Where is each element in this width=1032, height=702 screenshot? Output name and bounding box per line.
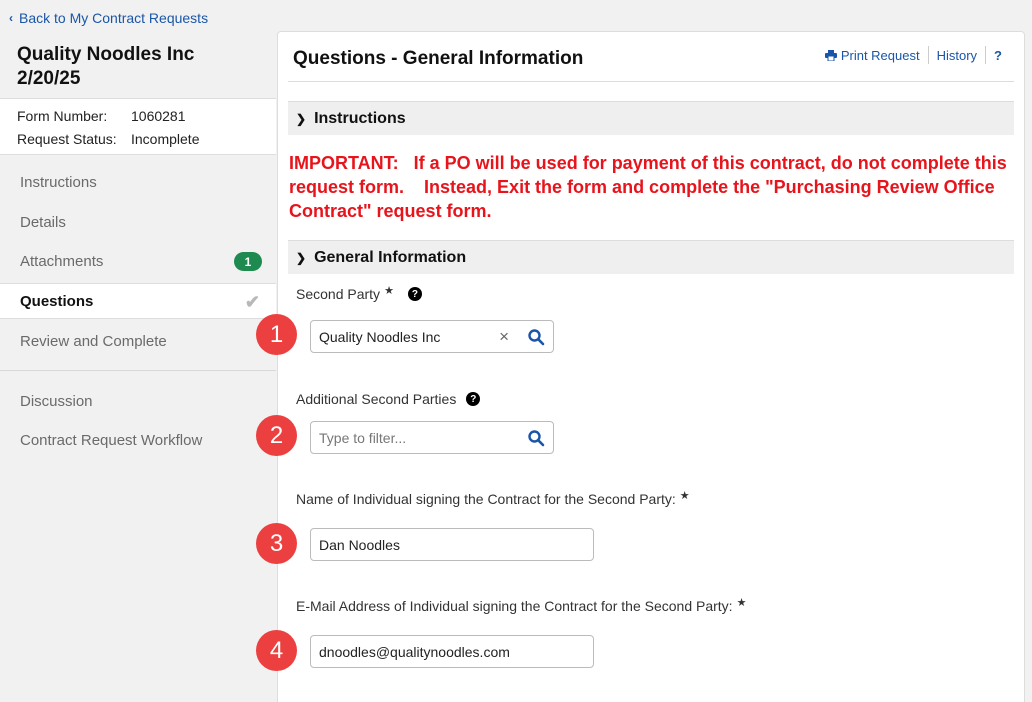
nav-item-contract-request-workflow[interactable]: Contract Request Workflow	[0, 422, 276, 458]
second-party-label-text: Second Party	[296, 286, 381, 302]
help-button[interactable]: ?	[986, 48, 1010, 63]
chevron-down-icon: ❯	[296, 111, 307, 126]
second-party-label: Second Party ★ ?	[296, 286, 422, 302]
step-marker-4: 4	[256, 630, 297, 671]
nav-item-label: Review and Complete	[20, 332, 167, 350]
nav-item-instructions[interactable]: Instructions	[0, 164, 276, 200]
additional-second-parties-label-text: Additional Second Parties	[296, 391, 457, 407]
checkmark-icon: ✔	[244, 292, 260, 312]
additional-second-parties-input[interactable]: Type to filter...	[310, 421, 554, 454]
request-status-value: Incomplete	[131, 131, 200, 147]
form-number-label: Form Number:	[17, 108, 108, 124]
print-request-button[interactable]: Print Request	[817, 48, 928, 63]
required-star-icon: ★	[679, 490, 690, 502]
nav-item-label: Contract Request Workflow	[20, 431, 203, 449]
request-title-date: 2/20/25	[17, 68, 81, 89]
nav-item-label: Discussion	[20, 392, 93, 410]
nav-item-questions[interactable]: Questions ✔	[0, 283, 276, 319]
additional-second-parties-label: Additional Second Parties ?	[296, 391, 481, 407]
request-status-label: Request Status:	[17, 131, 117, 147]
signer-email-label: E-Mail Address of Individual signing the…	[296, 597, 747, 615]
nav-item-label: Instructions	[20, 173, 97, 191]
instructions-section-title: Instructions	[314, 109, 406, 127]
signer-email-value: dnoodles@qualitynoodles.com	[319, 643, 510, 660]
signer-name-value: Dan Noodles	[319, 536, 400, 553]
required-star-icon: ★	[384, 285, 394, 297]
request-title: Quality Noodles Inc 2/20/25	[17, 43, 257, 91]
required-star-icon: ★	[736, 597, 747, 609]
general-information-section-header[interactable]: ❯ General Information	[288, 240, 1014, 274]
back-link-label: Back to My Contract Requests	[19, 10, 209, 26]
signer-email-input[interactable]: dnoodles@qualitynoodles.com	[310, 635, 594, 668]
chevron-left-icon: ‹	[9, 11, 13, 25]
search-icon[interactable]	[527, 328, 545, 346]
print-request-label: Print Request	[840, 47, 920, 63]
attachments-count-badge: 1	[234, 252, 262, 271]
signer-name-label-text: Name of Individual signing the Contract …	[296, 491, 676, 507]
main-panel: Questions - General Information Print Re…	[256, 31, 1025, 702]
second-party-value: Quality Noodles Inc	[319, 328, 441, 345]
request-status-row: Request Status: Incomplete	[17, 131, 199, 147]
step-marker-2: 2	[256, 415, 297, 456]
title-divider	[288, 81, 1014, 82]
question-circle-icon[interactable]: ?	[407, 287, 422, 301]
signer-name-input[interactable]: Dan Noodles	[310, 528, 594, 561]
form-number-value: 1060281	[131, 108, 186, 124]
back-to-requests-link[interactable]: ‹ Back to My Contract Requests	[9, 10, 208, 26]
nav-item-attachments[interactable]: Attachments 1	[0, 243, 276, 279]
request-title-name: Quality Noodles Inc	[17, 44, 195, 65]
request-meta: Form Number: 1060281 Request Status: Inc…	[0, 98, 276, 155]
form-number-row: Form Number: 1060281	[17, 108, 186, 124]
nav-item-label: Details	[20, 213, 66, 231]
signer-name-label: Name of Individual signing the Contract …	[296, 490, 690, 508]
page-title: Questions - General Information	[293, 48, 584, 69]
nav-divider	[0, 370, 276, 371]
toolbar: Print Request History ?	[817, 46, 1010, 64]
nav-item-details[interactable]: Details	[0, 204, 276, 240]
chevron-down-icon: ❯	[296, 250, 307, 265]
step-marker-1: 1	[256, 314, 297, 355]
instructions-section-header[interactable]: ❯ Instructions	[288, 101, 1014, 135]
history-button[interactable]: History	[929, 48, 985, 63]
nav-item-label: Attachments	[20, 252, 104, 270]
second-party-input[interactable]: Quality Noodles Inc ×	[310, 320, 554, 353]
nav-item-discussion[interactable]: Discussion	[0, 383, 276, 419]
nav-item-review-and-complete[interactable]: Review and Complete	[0, 323, 276, 359]
step-marker-3: 3	[256, 523, 297, 564]
search-icon[interactable]	[527, 429, 545, 447]
printer-icon	[824, 49, 837, 61]
nav-item-label: Questions	[20, 292, 94, 310]
question-circle-icon[interactable]: ?	[466, 392, 481, 406]
general-information-section-title: General Information	[314, 248, 467, 266]
important-notice: IMPORTANT: If a PO will be used for paym…	[289, 153, 1012, 221]
clear-icon[interactable]: ×	[499, 327, 509, 347]
additional-second-parties-placeholder: Type to filter...	[319, 429, 407, 446]
signer-email-label-text: E-Mail Address of Individual signing the…	[296, 598, 733, 614]
